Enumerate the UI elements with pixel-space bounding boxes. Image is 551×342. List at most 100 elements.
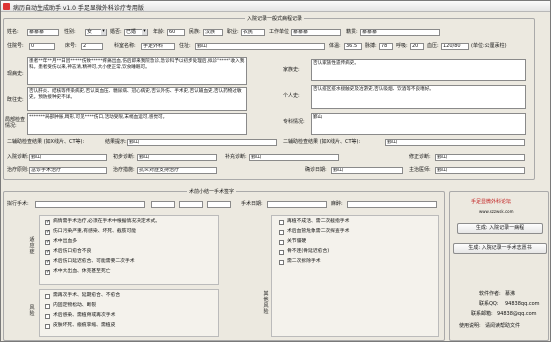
other-check-3[interactable] — [279, 240, 284, 245]
help-label: 使用说明: — [459, 323, 481, 329]
chief-textarea[interactable]: 患者**年**月**日因*****伤致*****疼痛出血,伤后即来我院急诊,急诊… — [27, 57, 247, 85]
risk-check-3[interactable] — [45, 314, 50, 319]
work-unit-label: 工作单位 — [269, 29, 290, 35]
address-input[interactable]: 鄞山 — [195, 43, 325, 50]
indication-check-1[interactable] — [45, 219, 50, 225]
risk-label-2: 内固定物松动、断裂 — [53, 303, 97, 308]
temp-input[interactable]: 36.5 — [344, 43, 362, 50]
name-label: 姓名: — [7, 29, 19, 35]
diag-label-2: 初步诊断: — [113, 154, 135, 160]
email-value: 94838@qq.com — [497, 311, 537, 317]
brand-url: www.szzwsk.com — [479, 209, 514, 214]
planned-surgery-input[interactable] — [35, 201, 145, 208]
app-icon — [3, 3, 10, 10]
other-check-5[interactable] — [279, 260, 284, 265]
pulse-input[interactable]: 78 — [379, 43, 393, 50]
age-input[interactable]: 60 — [167, 29, 185, 36]
anesthesia-input[interactable] — [347, 201, 437, 208]
work-unit-input[interactable]: 慕慕慕 — [291, 29, 341, 36]
indication-label-3: 术中出血多 — [53, 239, 77, 244]
exam-label: 局部检查情况: — [5, 117, 26, 129]
other-check-4[interactable] — [279, 250, 284, 255]
id-input[interactable]: 0 — [29, 43, 55, 50]
indication-check-4[interactable] — [45, 249, 50, 255]
ethnicity-input[interactable]: 汉族 — [203, 29, 223, 36]
occupation-label: 职业: — [227, 29, 239, 35]
name-input[interactable]: 慕慕慕 — [27, 29, 59, 36]
other-label-3: 关节僵硬 — [287, 239, 307, 244]
generate-consent-button[interactable]: 生成: 入院记录一手术志愿书 — [453, 243, 547, 254]
author-label: 软件作者: — [479, 291, 501, 297]
bp-input[interactable]: 120/80 — [441, 43, 469, 50]
dept-input[interactable]: 手足外科 — [141, 43, 175, 50]
treat-input-1[interactable]: 急诊手术治疗 — [29, 167, 107, 174]
past-textarea[interactable]: 否认肝炎、结核等传染病史,否认高血压、糖尿病、冠心病史,否认外伤、手术史,否认输… — [27, 87, 247, 111]
indication-check-3[interactable] — [45, 239, 50, 245]
surgery-date-input[interactable] — [267, 201, 327, 208]
risk-label: 风险 — [29, 305, 35, 317]
generate-admission-button[interactable]: 生成: 入院记录一病程 — [457, 223, 543, 234]
resp-label: 呼吸: — [396, 43, 408, 49]
exam-textarea[interactable]: *******局部肿胀,畸形,可见****伤口,活动受限,末梢血运可,感觉可。 — [27, 113, 247, 135]
aux-result-input[interactable]: 鄞山 — [385, 139, 525, 146]
other-check-1[interactable] — [279, 220, 284, 225]
aux-hint-input[interactable]: 鄞山 — [127, 139, 277, 146]
diag-input-1[interactable]: 鄞山 — [29, 154, 107, 161]
nativeplace-input[interactable]: 慕慕慕 — [360, 29, 440, 36]
marital-select[interactable]: 已婚 — [124, 29, 148, 36]
diag-input-2[interactable]: 鄞山 — [137, 154, 217, 161]
gender-select[interactable]: 女 — [85, 29, 107, 36]
indication-label-4: 术后伤口愈合不良 — [53, 249, 92, 254]
family-textarea[interactable]: 否认家族性遗传病史。 — [311, 59, 526, 81]
diag-input-3[interactable]: 鄞山 — [249, 154, 339, 161]
risk-check-1[interactable] — [45, 294, 50, 299]
date-box-2[interactable] — [179, 201, 203, 208]
personal-textarea[interactable]: 否认疫区疫水接触史及冶游史,否认吸烟、饮酒等不良嗜好。 — [311, 85, 526, 109]
other-risk-label: 其他风险 — [263, 291, 269, 315]
family-label: 家族史: — [283, 67, 300, 73]
anesthesia-label: 麻醉: — [331, 201, 343, 207]
help-value: 请阅读帮助文件 — [485, 323, 521, 329]
indication-label-1: 病情需手术治疗,必须在手术中根据情况决定术式。 — [53, 219, 161, 224]
risk-label-1: 需再次手术、延期愈合、不愈合 — [53, 293, 121, 298]
record-group-title: 入院记录一般式病程记录 — [245, 15, 305, 22]
diag-input-4[interactable]: 鄞山 — [435, 154, 525, 161]
aux-label: 二辅助检查结果 (如X线片、CT等): — [7, 139, 85, 145]
treat-label-4: 主治医师: — [409, 167, 431, 173]
dept-label: 科室名称: — [114, 43, 136, 49]
diag-label-4: 修正诊断: — [409, 154, 431, 160]
resp-input[interactable]: 20 — [410, 43, 424, 50]
special-textarea[interactable]: 鄞山 — [311, 113, 526, 135]
surgery-date-label: 手术日期: — [241, 201, 263, 207]
indication-check-5[interactable] — [45, 259, 50, 265]
aux-result-label: 二辅助检查结果 (如X线片、CT等): — [283, 139, 361, 145]
date-box-1[interactable] — [151, 201, 175, 208]
risk-check-2[interactable] — [45, 304, 50, 309]
date-box-3[interactable] — [207, 201, 231, 208]
treat-label-2: 治疗措施: — [113, 167, 135, 173]
treat-input-2[interactable]: 抗炎对症支持治疗 — [137, 167, 217, 174]
other-check-2[interactable] — [279, 230, 284, 235]
contact-label: 联系QQ: — [479, 301, 499, 307]
indication-label: 适应症 — [29, 237, 35, 255]
indication-label-6: 术中大出血、休克甚至死亡 — [53, 269, 111, 274]
risk-label-3: 术后感染、需植骨或再次手术 — [53, 313, 116, 318]
indication-check-6[interactable] — [45, 269, 50, 275]
treat-input-3[interactable]: 鄞山 — [331, 167, 403, 174]
risk-check-4[interactable] — [45, 324, 50, 329]
temp-label: 体温: — [329, 43, 341, 49]
bed-input[interactable]: 2 — [81, 43, 103, 50]
planned-surgery-label: 拟行手术: — [7, 201, 29, 207]
bp-unit: (单位:公厘汞柱) — [471, 43, 507, 49]
email-label: 联系邮箱: — [471, 311, 493, 317]
marital-label: 婚否: — [110, 29, 122, 35]
address-label: 住址: — [179, 43, 191, 49]
other-label-4: 骨不连(骨延迟愈合) — [287, 249, 330, 254]
other-label-2: 术后血管危象需二次探查手术 — [287, 229, 350, 234]
id-label: 住院号: — [7, 43, 24, 49]
occupation-input[interactable]: 农民 — [241, 29, 265, 36]
risk-label-4: 皮肤坏死、瘢痕挛缩、需植皮 — [53, 323, 116, 328]
treat-input-4[interactable]: 鄞山 — [435, 167, 525, 174]
gender-label: 性别: — [64, 29, 76, 35]
indication-check-2[interactable] — [45, 229, 50, 235]
